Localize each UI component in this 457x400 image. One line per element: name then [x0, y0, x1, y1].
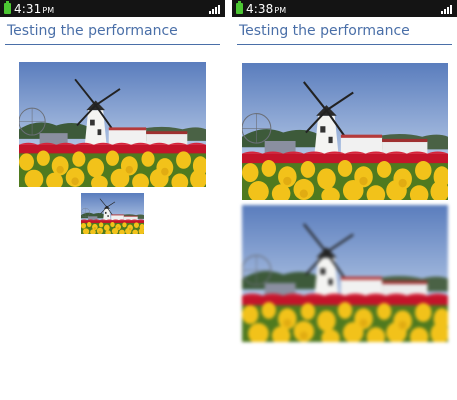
status-bar: 4:31PM [0, 0, 225, 17]
battery-icon [236, 1, 243, 14]
page-title: Testing the performance [239, 23, 410, 39]
status-left: 4:38PM [236, 1, 287, 16]
status-bar: 4:38PM [232, 0, 457, 17]
status-time: 4:38PM [246, 1, 287, 16]
right-screen: 4:38PM Testing the performance [232, 0, 457, 400]
windmill-tulip-image-upscaled-2 [242, 205, 448, 342]
status-time: 4:31PM [14, 1, 55, 16]
title-divider [237, 44, 452, 45]
windmill-tulip-image-large [19, 62, 206, 187]
windmill-tulip-image-thumbnail [81, 193, 144, 234]
title-divider [5, 44, 220, 45]
signal-icon [441, 3, 452, 14]
status-left: 4:31PM [4, 1, 55, 16]
page-title: Testing the performance [7, 23, 178, 39]
battery-icon [4, 1, 11, 14]
signal-icon [209, 3, 220, 14]
windmill-tulip-image-upscaled-1 [242, 63, 448, 200]
left-screen: 4:31PM Testing the performance [0, 0, 225, 400]
